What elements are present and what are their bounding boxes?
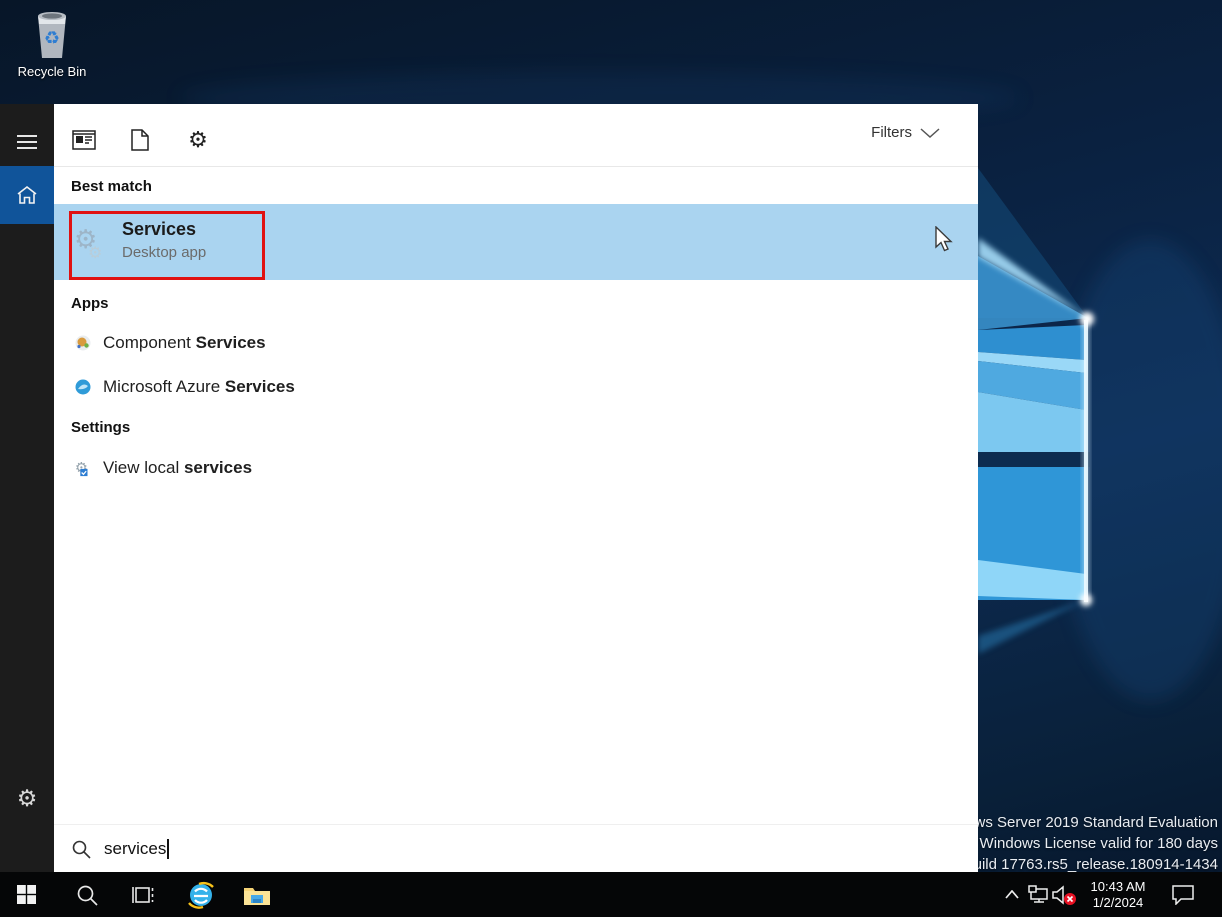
file-explorer-icon [243,884,271,906]
search-icon [71,839,91,859]
apps-header: Apps [71,295,109,312]
documents-filter-button[interactable] [127,127,153,153]
search-query-text: services [104,839,166,859]
clock-date: 1/2/2024 [1093,895,1144,911]
local-services-gear-check-icon: ⚙ [74,459,92,477]
search-icon [76,884,98,906]
search-results: Best match ⚙ ⚙ Services Desktop app Apps [54,167,978,824]
action-center-icon [1171,884,1195,905]
clock-time: 10:43 AM [1091,879,1146,895]
text-caret [167,839,169,859]
taskbar: 10:43 AM 1/2/2024 [0,872,1222,917]
azure-services-icon [74,378,92,396]
search-panel-content: ⚙ Filters Best match ⚙ [54,104,978,872]
gear-icon: ⚙ [188,127,208,153]
apps-filter-icon [72,130,96,150]
tray-clock[interactable]: 10:43 AM 1/2/2024 [1082,872,1154,917]
svg-text:⚙: ⚙ [88,245,102,262]
chevron-up-icon [1005,890,1019,899]
settings-filter-button[interactable]: ⚙ [185,127,211,153]
sidebar-item-settings[interactable]: ⚙ [0,776,54,820]
tray-volume-button[interactable] [1050,872,1080,917]
search-panel-sidebar: ⚙ [0,104,54,872]
filters-label: Filters [871,124,912,141]
settings-header: Settings [71,419,130,436]
filters-button[interactable]: Filters [871,124,940,141]
gear-icon: ⚙ [17,785,38,812]
apps-filter-button[interactable] [71,127,97,153]
home-icon [16,185,38,205]
best-match-header: Best match [71,178,152,195]
file-explorer-button[interactable] [236,872,278,917]
hamburger-icon [17,135,37,149]
ethernet-network-icon [1028,885,1049,904]
best-match-title: Services [122,216,206,242]
result-label: View local services [103,458,252,478]
svg-text:♻: ♻ [44,28,60,48]
result-label: Component Services [103,333,266,353]
recycle-bin-icon: ♻ [30,8,74,60]
action-center-button[interactable] [1166,872,1200,917]
desktop: ♻ Recycle Bin Windows Server 2019 Standa… [0,0,1222,917]
result-label: Microsoft Azure Services [103,377,295,397]
start-search-panel: ⚙ [0,104,978,872]
document-icon [131,129,149,151]
recycle-bin-label: Recycle Bin [14,64,90,79]
menu-button[interactable] [0,122,54,162]
internet-explorer-button[interactable] [180,872,222,917]
best-match-texts: Services Desktop app [122,216,206,264]
recycle-bin-shortcut[interactable]: ♻ Recycle Bin [14,8,90,79]
result-microsoft-azure-services[interactable]: Microsoft Azure Services [54,366,978,408]
volume-muted-icon [1051,883,1079,907]
tray-network-button[interactable] [1026,872,1050,917]
services-gears-icon: ⚙ ⚙ [72,222,108,262]
search-input[interactable]: services [54,824,978,872]
start-button[interactable] [0,872,52,917]
task-view-icon [131,885,155,905]
best-match-subtitle: Desktop app [122,242,206,264]
component-services-icon [74,334,92,352]
chevron-down-icon [920,128,940,138]
result-services-best-match[interactable]: ⚙ ⚙ Services Desktop app [54,204,978,280]
windows-logo-icon [17,885,36,904]
sidebar-item-home[interactable] [0,166,54,224]
taskbar-search-button[interactable] [66,872,108,917]
result-component-services[interactable]: Component Services [54,322,978,364]
internet-explorer-icon [186,880,216,910]
task-view-button[interactable] [122,872,164,917]
result-view-local-services[interactable]: ⚙ View local services [54,447,978,489]
tray-show-hidden-icons-button[interactable] [1000,872,1024,917]
search-filter-bar: ⚙ Filters [54,104,978,167]
